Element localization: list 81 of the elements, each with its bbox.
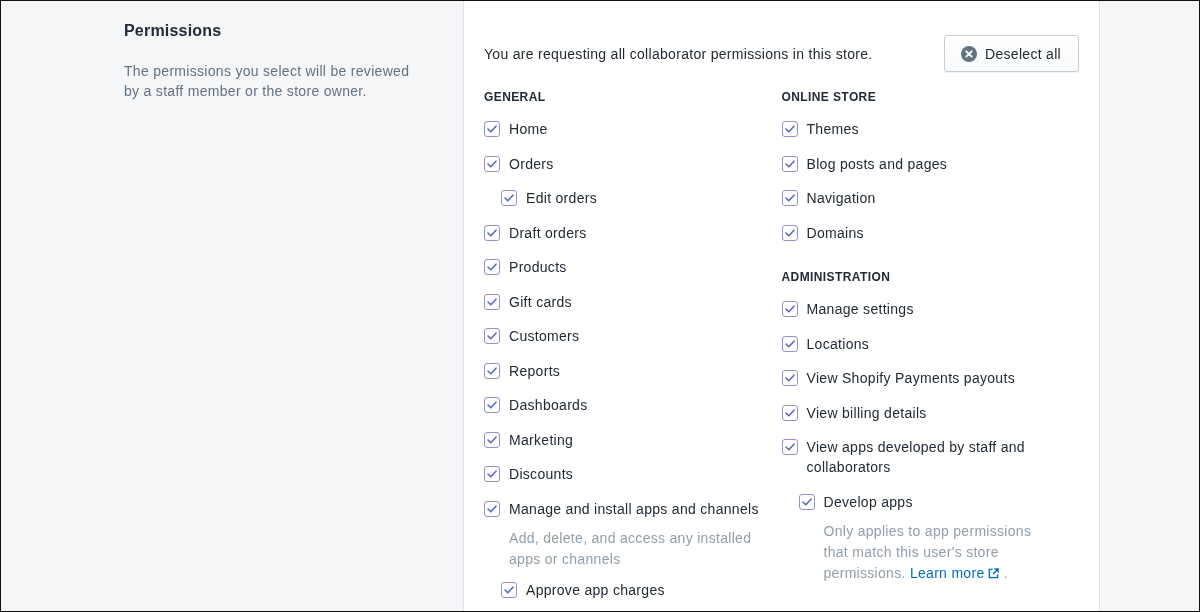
checkbox[interactable]: [501, 190, 517, 207]
checkbox[interactable]: [484, 121, 500, 138]
checkbox-label: Locations: [806, 334, 870, 354]
group-heading: GENERAL: [484, 89, 546, 105]
check-icon: [487, 297, 497, 306]
close-circle-icon: [961, 45, 978, 62]
checkbox[interactable]: [484, 328, 500, 345]
group-heading: ADMINISTRATION: [781, 269, 891, 285]
checkbox-label: Draft orders: [509, 223, 587, 243]
checkbox-label: View apps developed by staff and collaborators: [806, 438, 1026, 478]
checkbox-label: View Shopify Payments payouts: [806, 369, 1015, 389]
check-icon: [487, 228, 497, 237]
checkbox-label: Develop apps: [823, 492, 913, 512]
check-icon: [784, 228, 795, 237]
help-text: Only applies to app permissions that match this user's store permissions. Learn more .: [823, 521, 1054, 585]
checkbox[interactable]: [798, 493, 815, 510]
checkbox[interactable]: [484, 259, 500, 276]
checkbox[interactable]: [484, 362, 500, 379]
check-icon: [784, 194, 795, 203]
checkbox[interactable]: [781, 301, 798, 318]
check-icon: [784, 408, 795, 417]
checkbox-label: Gift cards: [509, 292, 572, 312]
check-icon: [487, 263, 497, 272]
checkbox[interactable]: [484, 397, 500, 414]
checkbox[interactable]: [781, 335, 798, 352]
checkbox-label: Manage and install apps and channels: [509, 499, 759, 519]
checkbox[interactable]: [781, 370, 798, 387]
check-icon: [784, 305, 795, 314]
help-text: Add, delete, and access any installed apps or channels: [509, 529, 753, 570]
checkbox[interactable]: [484, 500, 500, 517]
check-icon: [487, 125, 497, 134]
checkbox-label: Blog posts and pages: [806, 154, 948, 174]
checkbox-label: Products: [509, 258, 567, 278]
checkbox-label: Dashboards: [509, 396, 588, 416]
learn-more-link[interactable]: Learn more: [909, 563, 1000, 585]
check-icon: [504, 585, 514, 594]
checkbox[interactable]: [781, 121, 798, 138]
external-link-icon: [988, 568, 1000, 580]
checkbox[interactable]: [484, 431, 500, 448]
checkbox-label: Marketing: [509, 430, 574, 450]
check-icon: [487, 435, 497, 444]
checkbox-label: Domains: [806, 223, 864, 243]
deselect-all-button[interactable]: Deselect all: [944, 35, 1079, 72]
checkbox[interactable]: [781, 439, 798, 456]
checkbox-label: Reports: [509, 361, 561, 381]
check-icon: [784, 339, 795, 348]
check-icon: [784, 125, 795, 134]
checkbox[interactable]: [484, 466, 500, 483]
checkbox-label: Themes: [806, 120, 859, 140]
check-icon: [487, 332, 497, 341]
checkbox-label: View billing details: [806, 403, 927, 423]
group-heading: ONLINE STORE: [781, 89, 877, 105]
checkbox[interactable]: [501, 581, 517, 598]
check-icon: [504, 194, 514, 203]
checkbox-label: Orders: [509, 154, 554, 174]
checkbox[interactable]: [484, 155, 500, 172]
check-icon: [801, 497, 812, 506]
check-icon: [784, 159, 795, 168]
notice-text: You are requesting all collaborator permissions in this store.: [484, 44, 873, 64]
section-title: Permissions: [124, 21, 223, 41]
checkbox[interactable]: [781, 155, 798, 172]
check-icon: [487, 159, 497, 168]
checkbox-label: Home: [509, 120, 548, 140]
check-icon: [784, 443, 795, 452]
checkbox-label: Edit orders: [526, 189, 597, 209]
check-icon: [487, 401, 497, 410]
checkbox[interactable]: [484, 224, 500, 241]
check-icon: [487, 504, 497, 513]
check-icon: [784, 374, 795, 383]
checkbox[interactable]: [781, 224, 798, 241]
checkbox[interactable]: [781, 190, 798, 207]
check-icon: [487, 470, 497, 479]
section-description: The permissions you select will be reviewed by a staff member or the store owner.: [124, 62, 411, 101]
check-icon: [487, 366, 497, 375]
checkbox-label: Navigation: [806, 189, 876, 209]
checkbox[interactable]: [484, 293, 500, 310]
checkbox-label: Customers: [509, 327, 580, 347]
checkbox-label: Manage settings: [806, 300, 914, 320]
checkbox[interactable]: [781, 404, 798, 421]
checkbox-label: Discounts: [509, 465, 574, 485]
checkbox-label: Approve app charges: [526, 580, 665, 600]
